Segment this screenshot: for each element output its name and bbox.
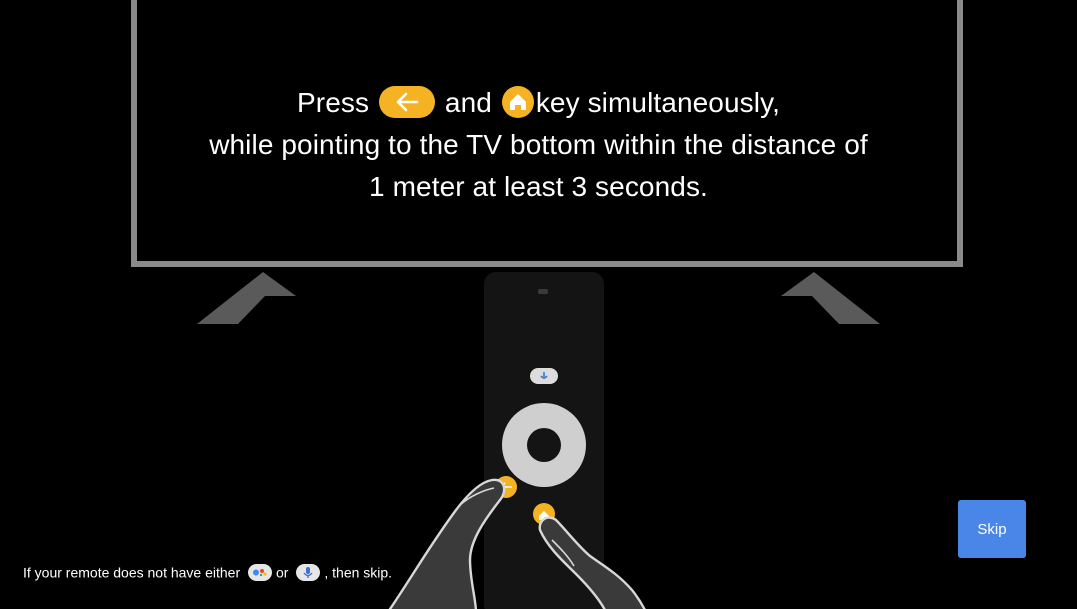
instruction-and: and bbox=[444, 87, 492, 118]
instruction-key-text: key simultaneously, bbox=[535, 87, 780, 118]
skip-hint-or: or bbox=[276, 564, 289, 581]
back-key-icon bbox=[379, 85, 435, 118]
instruction-line-3: 1 meter at least 3 seconds. bbox=[369, 171, 708, 202]
skip-hint-suffix: , then skip. bbox=[324, 564, 393, 581]
microphone-icon bbox=[296, 563, 321, 581]
skip-button[interactable]: Skip bbox=[958, 500, 1026, 558]
instruction-line-1: Press and key simultaneously, bbox=[0, 82, 1077, 124]
home-key-icon bbox=[501, 85, 534, 118]
skip-hint-prefix: If your remote does not have either bbox=[23, 564, 241, 581]
instruction-press: Press bbox=[297, 87, 370, 118]
pairing-screen: Press and key simultaneously, while poin… bbox=[0, 0, 1077, 609]
assistant-icon bbox=[248, 563, 273, 581]
skip-hint: If your remote does not have either or ,… bbox=[23, 563, 392, 581]
pairing-instruction: Press and key simultaneously, while poin… bbox=[0, 82, 1077, 208]
instruction-line-2: while pointing to the TV bottom within t… bbox=[209, 129, 868, 160]
